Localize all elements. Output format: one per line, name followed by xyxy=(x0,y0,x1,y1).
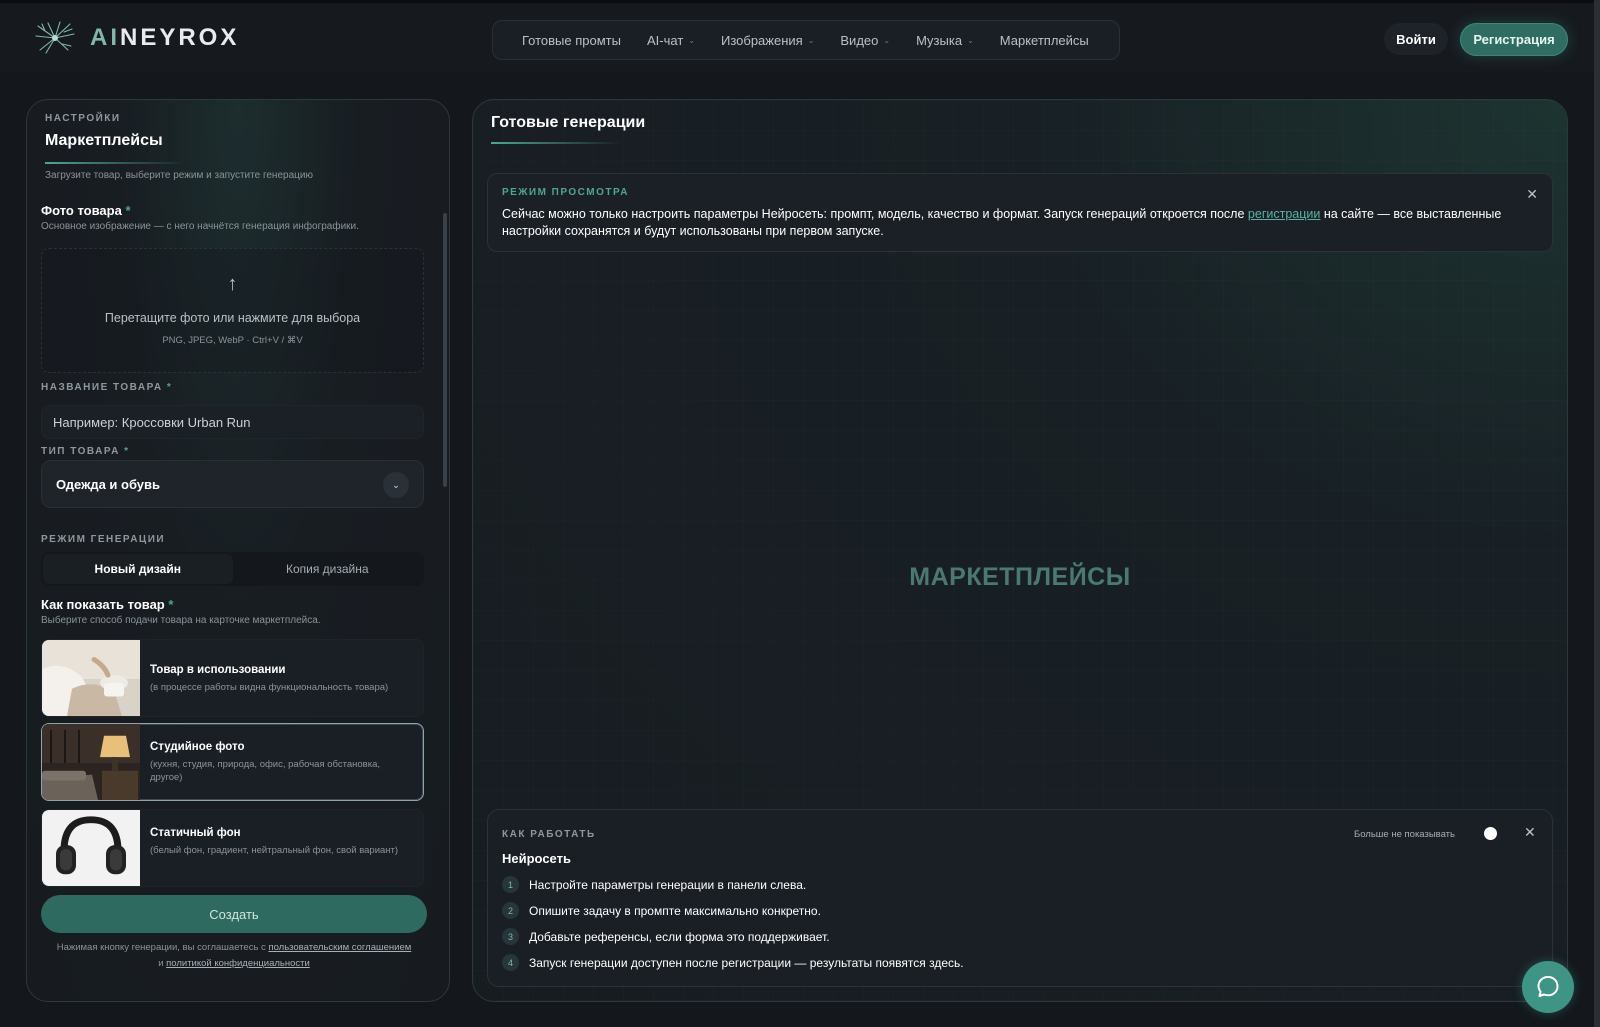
create-button[interactable]: Создать xyxy=(41,895,427,933)
howto-step: 4 Запуск генерации доступен после регист… xyxy=(502,954,964,971)
empty-state-placeholder: МАРКЕТПЛЕЙСЫ xyxy=(909,563,1131,591)
settings-description: Загрузите товар, выберите режим и запуст… xyxy=(45,170,313,181)
step-text: Добавьте референсы, если форма это подде… xyxy=(529,929,830,944)
product-name-input[interactable]: Например: Кроссовки Urban Run xyxy=(41,405,424,439)
settings-title: Маркетплейсы xyxy=(45,132,163,149)
presentation-option-studio[interactable]: Студийное фото (кухня, студия, природа, … xyxy=(41,723,424,801)
top-bar: AINEYROX Готовые промты AI-чат ⌄ Изображе… xyxy=(0,0,1600,72)
in-use-thumbnail xyxy=(42,640,140,716)
notice-eyebrow: РЕЖИМ ПРОСМОТРА xyxy=(502,187,629,198)
logo-icon xyxy=(35,21,75,54)
dropzone-formats: PNG, JPEG, WebP · Ctrl+V / ⌘V xyxy=(162,335,303,346)
nav-item-ai-chat[interactable]: AI-чат ⌄ xyxy=(634,33,708,48)
step-text: Запуск генерации доступен после регистра… xyxy=(529,955,964,970)
nav-item-prompts[interactable]: Готовые промты xyxy=(509,33,634,48)
step-number: 1 xyxy=(502,876,519,893)
privacy-policy-link[interactable]: политикой конфиденциальности xyxy=(166,958,310,969)
close-icon[interactable]: ✕ xyxy=(1524,824,1536,841)
option-description: (в процессе работы видна функциональност… xyxy=(150,682,389,693)
product-type-select[interactable]: Одежда и обувь ⌄ xyxy=(41,460,424,508)
preview-mode-notice: РЕЖИМ ПРОСМОТРА Сейчас можно только наст… xyxy=(487,173,1553,252)
nav-item-music[interactable]: Музыка ⌄ xyxy=(903,33,987,48)
product-type-value: Одежда и обувь xyxy=(56,476,161,492)
nav-item-video[interactable]: Видео ⌄ xyxy=(827,33,903,48)
logo-text: AINEYROX xyxy=(90,24,240,51)
presentation-option-static-bg[interactable]: Статичный фон (белый фон, градиент, нейт… xyxy=(41,809,424,887)
generation-mode-label: РЕЖИМ ГЕНЕРАЦИИ xyxy=(41,534,166,545)
howto-step: 1 Настройте параметры генерации в панели… xyxy=(502,876,806,893)
title-underline xyxy=(45,162,185,164)
chevron-down-icon: ⌄ xyxy=(383,472,409,498)
settings-panel: НАСТРОЙКИ Маркетплейсы Загрузите товар, … xyxy=(26,99,450,1002)
how-it-works-card: КАК РАБОТАТЬ Нейросеть Больше не показыв… xyxy=(487,809,1553,987)
dont-show-toggle[interactable] xyxy=(1484,827,1508,841)
main-nav: Готовые промты AI-чат ⌄ Изображения ⌄ Виде… xyxy=(492,20,1120,60)
presentation-label: Как показать товар * xyxy=(41,597,174,612)
presentation-option-in-use[interactable]: Товар в использовании (в процессе работы… xyxy=(41,639,424,717)
login-button[interactable]: Войти xyxy=(1384,23,1448,55)
mode-copy-design[interactable]: Копия дизайна xyxy=(233,554,423,584)
static-bg-thumbnail xyxy=(42,810,140,886)
generation-mode-toggle: Новый дизайн Копия дизайна xyxy=(41,552,424,586)
chevron-down-icon: ⌄ xyxy=(807,35,815,45)
page-scrollbar[interactable] xyxy=(1594,0,1600,1027)
user-agreement-link[interactable]: пользовательским соглашением xyxy=(268,942,411,953)
step-number: 2 xyxy=(502,902,519,919)
option-description: (белый фон, градиент, нейтральный фон, с… xyxy=(150,845,399,856)
photo-label: Фото товара * xyxy=(41,203,131,218)
toggle-knob xyxy=(1484,827,1497,840)
notice-text: Сейчас можно только настроить параметры … xyxy=(502,207,1502,238)
howto-title: Нейросеть xyxy=(502,851,571,866)
register-button[interactable]: Регистрация xyxy=(1460,23,1568,56)
nav-item-images[interactable]: Изображения ⌄ xyxy=(708,33,827,48)
option-description: (кухня, студия, природа, офис, рабочая о… xyxy=(150,759,381,783)
mode-new-design[interactable]: Новый дизайн xyxy=(43,554,233,584)
photo-dropzone[interactable]: ↑ Перетащите фото или нажмите для выбора… xyxy=(41,248,424,373)
chat-button[interactable] xyxy=(1522,961,1574,1013)
presentation-hint: Выберите способ подачи товара на карточк… xyxy=(41,615,321,626)
results-title: Готовые генерации xyxy=(491,114,646,131)
legal-notice: Нажимая кнопку генерации, вы соглашаетес… xyxy=(56,942,412,969)
logo[interactable]: AINEYROX xyxy=(34,20,239,56)
chevron-down-icon: ⌄ xyxy=(967,35,974,45)
title-underline xyxy=(491,142,621,144)
option-title: Статичный фон xyxy=(150,827,241,839)
results-panel: Готовые генерации РЕЖИМ ПРОСМОТРА Сейчас… xyxy=(472,99,1568,1002)
chat-icon xyxy=(1537,976,1559,997)
howto-step: 3 Добавьте референсы, если форма это под… xyxy=(502,928,830,945)
upload-arrow-icon: ↑ xyxy=(227,273,238,295)
step-text: Настройте параметры генерации в панели с… xyxy=(529,877,807,892)
close-icon[interactable]: ✕ xyxy=(1526,186,1538,203)
dont-show-label: Больше не показывать xyxy=(1354,829,1455,840)
chevron-down-icon: ⌄ xyxy=(688,35,695,45)
product-type-label: ТИП ТОВАРА * xyxy=(41,446,130,457)
photo-hint: Основное изображение — с него начнётся г… xyxy=(41,221,359,232)
step-number: 3 xyxy=(502,928,519,945)
studio-thumbnail xyxy=(42,724,140,800)
nav-item-marketplaces[interactable]: Маркетплейсы xyxy=(987,33,1102,48)
step-text: Опишите задачу в промпте максимально кон… xyxy=(529,903,821,918)
howto-step: 2 Опишите задачу в промпте максимально к… xyxy=(502,902,821,919)
settings-eyebrow: НАСТРОЙКИ xyxy=(45,113,121,124)
registration-link[interactable]: регистрации xyxy=(1248,207,1320,221)
product-name-label: НАЗВАНИЕ ТОВАРА * xyxy=(41,382,173,393)
option-title: Товар в использовании xyxy=(150,664,286,676)
option-title: Студийное фото xyxy=(150,741,245,753)
step-number: 4 xyxy=(502,954,519,971)
chevron-down-icon: ⌄ xyxy=(883,35,891,45)
howto-eyebrow: КАК РАБОТАТЬ xyxy=(502,829,596,840)
panel-scrollbar[interactable] xyxy=(443,213,447,487)
dropzone-text: Перетащите фото или нажмите для выбора xyxy=(104,311,361,325)
